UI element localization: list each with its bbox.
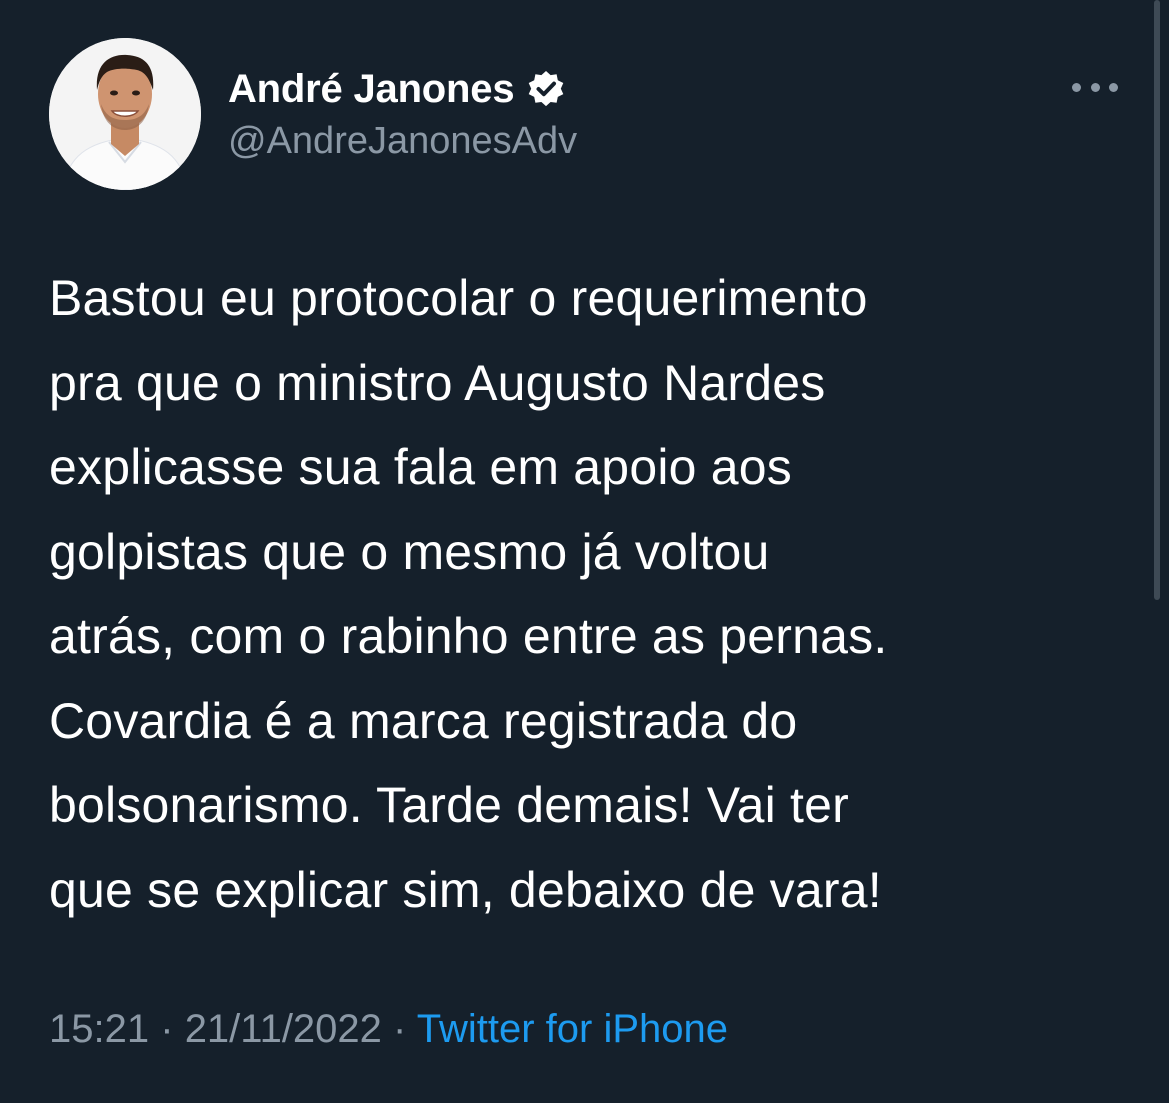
- author-display-name[interactable]: André Janones: [228, 66, 515, 112]
- tweet-time[interactable]: 15:21: [49, 1007, 149, 1051]
- verified-badge-icon[interactable]: [526, 69, 566, 109]
- more-dot: [1090, 82, 1100, 92]
- author-handle[interactable]: @AndreJanonesAdv: [228, 118, 577, 164]
- more-dot: [1109, 82, 1118, 92]
- meta-separator: ·: [160, 1007, 174, 1051]
- meta-separator: ·: [393, 1007, 407, 1051]
- author-name-row[interactable]: André Janones: [228, 66, 566, 112]
- tweet: André Janones @AndreJanonesAdv Bastou eu…: [0, 0, 1169, 1103]
- more-options-icon[interactable]: [1072, 76, 1118, 98]
- tweet-metadata: 15:21 · 21/11/2022 · Twitter for iPhone: [49, 1004, 728, 1054]
- avatar[interactable]: [49, 38, 201, 190]
- tweet-text: Bastou eu protocolar o requerimento pra …: [49, 270, 888, 918]
- more-dot: [1072, 82, 1081, 92]
- tweet-source-link[interactable]: Twitter for iPhone: [417, 1007, 728, 1051]
- scrollbar[interactable]: [1154, 0, 1160, 600]
- tweet-date[interactable]: 21/11/2022: [185, 1007, 382, 1051]
- avatar-image: [49, 38, 201, 190]
